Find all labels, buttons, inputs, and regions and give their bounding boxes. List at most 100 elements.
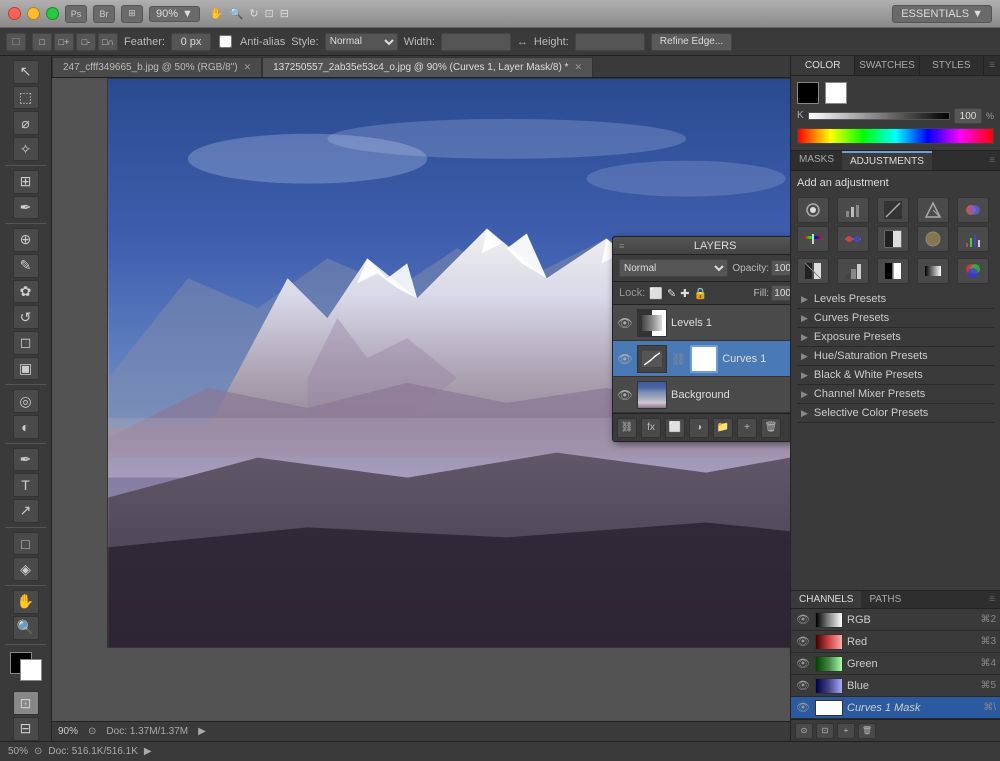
invert-adj-icon[interactable] <box>797 258 829 284</box>
path-select-tool[interactable]: ↗ <box>13 499 39 523</box>
exposure-adj-icon[interactable] <box>917 197 949 223</box>
posterize-adj-icon[interactable] <box>837 258 869 284</box>
lock-move-icon[interactable]: ✚ <box>680 287 689 300</box>
tab-1-close[interactable]: ✕ <box>244 62 252 73</box>
panel-menu-icon[interactable]: ≡ <box>984 151 1000 170</box>
minimize-button[interactable] <box>27 7 40 20</box>
channels-dotted-btn[interactable]: ⊙ <box>795 723 813 739</box>
preset-item-channelmix[interactable]: ▶ Channel Mixer Presets <box>797 385 994 404</box>
channels-panel-menu[interactable]: ≡ <box>984 591 1000 608</box>
tab-1[interactable]: 247_cfff349665_b.jpg @ 50% (RGB/8") ✕ <box>52 57 262 77</box>
fill-input[interactable] <box>771 285 790 301</box>
vibrance-adj-icon[interactable] <box>957 197 989 223</box>
layer-link-btn[interactable]: ⛓ <box>617 418 637 438</box>
bw-adj-icon[interactable] <box>877 226 909 252</box>
lock-all-icon[interactable]: 🔒 <box>693 287 707 300</box>
sub-sel-icon[interactable]: □- <box>76 33 96 51</box>
color-swatch[interactable] <box>10 652 42 681</box>
refine-edge-button[interactable]: Refine Edge... <box>651 33 732 51</box>
background-color[interactable] <box>20 659 42 681</box>
tab-2-close[interactable]: ✕ <box>574 62 582 73</box>
crop-tool[interactable]: ⊞ <box>13 170 39 194</box>
tab-masks[interactable]: MASKS <box>791 151 842 170</box>
layer-group-btn[interactable]: 📁 <box>713 418 733 438</box>
width-input[interactable] <box>441 33 511 51</box>
history-tool[interactable]: ↺ <box>13 305 39 329</box>
layer-row-background[interactable]: 👁 Background 🔒 <box>613 377 790 413</box>
tab-channels[interactable]: CHANNELS <box>791 591 861 608</box>
colorbalance-adj-icon[interactable] <box>837 226 869 252</box>
panel-close-icon[interactable]: ≡ <box>984 56 1000 75</box>
lock-paint-icon[interactable]: ✎ <box>667 287 676 300</box>
move-tool[interactable]: ↖ <box>13 60 39 84</box>
huesat-adj-icon[interactable] <box>797 226 829 252</box>
clone-tool[interactable]: ✿ <box>13 280 39 304</box>
channel-eye-green[interactable]: 👁 <box>795 657 811 670</box>
screen-mode-tool[interactable]: ⊟ <box>13 717 39 741</box>
intersect-sel-icon[interactable]: □∩ <box>98 33 118 51</box>
layer-eye-levels[interactable]: 👁 <box>617 315 633 331</box>
preset-item-selcolor[interactable]: ▶ Selective Color Presets <box>797 404 994 423</box>
rotate-tool-icon[interactable]: ↻ <box>249 7 258 20</box>
layer-adj-btn[interactable]: ◑ <box>689 418 709 438</box>
text-tool[interactable]: T <box>13 473 39 497</box>
3d-tool[interactable]: ◈ <box>13 557 39 581</box>
channel-row-red[interactable]: 👁 Red ⌘3 <box>791 631 1000 653</box>
preset-item-curves[interactable]: ▶ Curves Presets <box>797 309 994 328</box>
selection-rect-tool[interactable]: ⬚ <box>13 86 39 110</box>
tab-color[interactable]: COLOR <box>791 56 855 75</box>
quick-mask-tool[interactable]: ⊡ <box>13 691 39 715</box>
selection-tool-icon[interactable]: ⬚ <box>6 33 26 51</box>
layout3-icon[interactable]: ⊟ <box>280 7 289 20</box>
close-button[interactable] <box>8 7 21 20</box>
photofilter-adj-icon[interactable] <box>917 226 949 252</box>
color-foreground-swatch[interactable] <box>797 82 819 104</box>
essentials-button[interactable]: ESSENTIALS ▼ <box>892 5 992 23</box>
layer-eye-background[interactable]: 👁 <box>617 387 633 403</box>
blend-mode-select[interactable]: Normal Multiply Screen <box>619 259 728 277</box>
pen-tool[interactable]: ✒ <box>13 448 39 472</box>
channel-row-blue[interactable]: 👁 Blue ⌘5 <box>791 675 1000 697</box>
curves-adj-icon[interactable] <box>877 197 909 223</box>
channel-row-green[interactable]: 👁 Green ⌘4 <box>791 653 1000 675</box>
preset-item-levels[interactable]: ▶ Levels Presets <box>797 290 994 309</box>
preset-item-exposure[interactable]: ▶ Exposure Presets <box>797 328 994 347</box>
channel-eye-blue[interactable]: 👁 <box>795 679 811 692</box>
layout-icon[interactable]: ⊞ <box>121 5 143 23</box>
channels-sel-btn[interactable]: ⊡ <box>816 723 834 739</box>
channel-eye-rgb[interactable]: 👁 <box>795 613 811 626</box>
k-slider[interactable] <box>808 112 950 120</box>
dodge-tool[interactable]: ◐ <box>13 415 39 439</box>
lock-trans-icon[interactable]: ⬜ <box>649 287 663 300</box>
opacity-input[interactable] <box>771 260 790 276</box>
channels-new-btn[interactable]: + <box>837 723 855 739</box>
style-select[interactable]: Normal Fixed Ratio Fixed Size <box>325 33 398 51</box>
channels-delete-btn[interactable]: 🗑 <box>858 723 876 739</box>
tab-adjustments[interactable]: ADJUSTMENTS <box>842 151 932 170</box>
hand-tool-icon[interactable]: ✋ <box>210 7 224 20</box>
feather-input[interactable] <box>171 33 211 51</box>
tab-swatches[interactable]: SWATCHES <box>855 56 919 75</box>
layer-new-btn[interactable]: + <box>737 418 757 438</box>
k-value-input[interactable] <box>954 108 982 124</box>
gradient-tool[interactable]: ▣ <box>13 357 39 381</box>
zoom-tool[interactable]: 🔍 <box>13 616 39 640</box>
preset-item-bw[interactable]: ▶ Black & White Presets <box>797 366 994 385</box>
add-sel-icon[interactable]: □+ <box>54 33 74 51</box>
color-background-swatch[interactable] <box>825 82 847 104</box>
selcolor-adj-icon[interactable] <box>957 258 989 284</box>
channelmix-adj-icon[interactable] <box>957 226 989 252</box>
eraser-tool[interactable]: ◻ <box>13 331 39 355</box>
layer-eye-curves[interactable]: 👁 <box>617 351 633 367</box>
zoom-tool-icon[interactable]: 🔍 <box>230 7 244 20</box>
height-input[interactable] <box>575 33 645 51</box>
brightness-adj-icon[interactable] <box>797 197 829 223</box>
layer-delete-btn[interactable]: 🗑 <box>761 418 781 438</box>
blur-tool[interactable]: ◎ <box>13 389 39 413</box>
layer-row-levels[interactable]: 👁 Levels 1 <box>613 305 790 341</box>
tab-2[interactable]: 137250557_2ab35e53c4_o.jpg @ 90% (Curves… <box>262 57 593 77</box>
layer-row-curves[interactable]: 👁 ⛓ Curves 1 <box>613 341 790 377</box>
tab-paths[interactable]: PATHS <box>861 591 909 608</box>
shape-tool[interactable]: □ <box>13 532 39 556</box>
eyedropper-tool[interactable]: ✒ <box>13 196 39 220</box>
